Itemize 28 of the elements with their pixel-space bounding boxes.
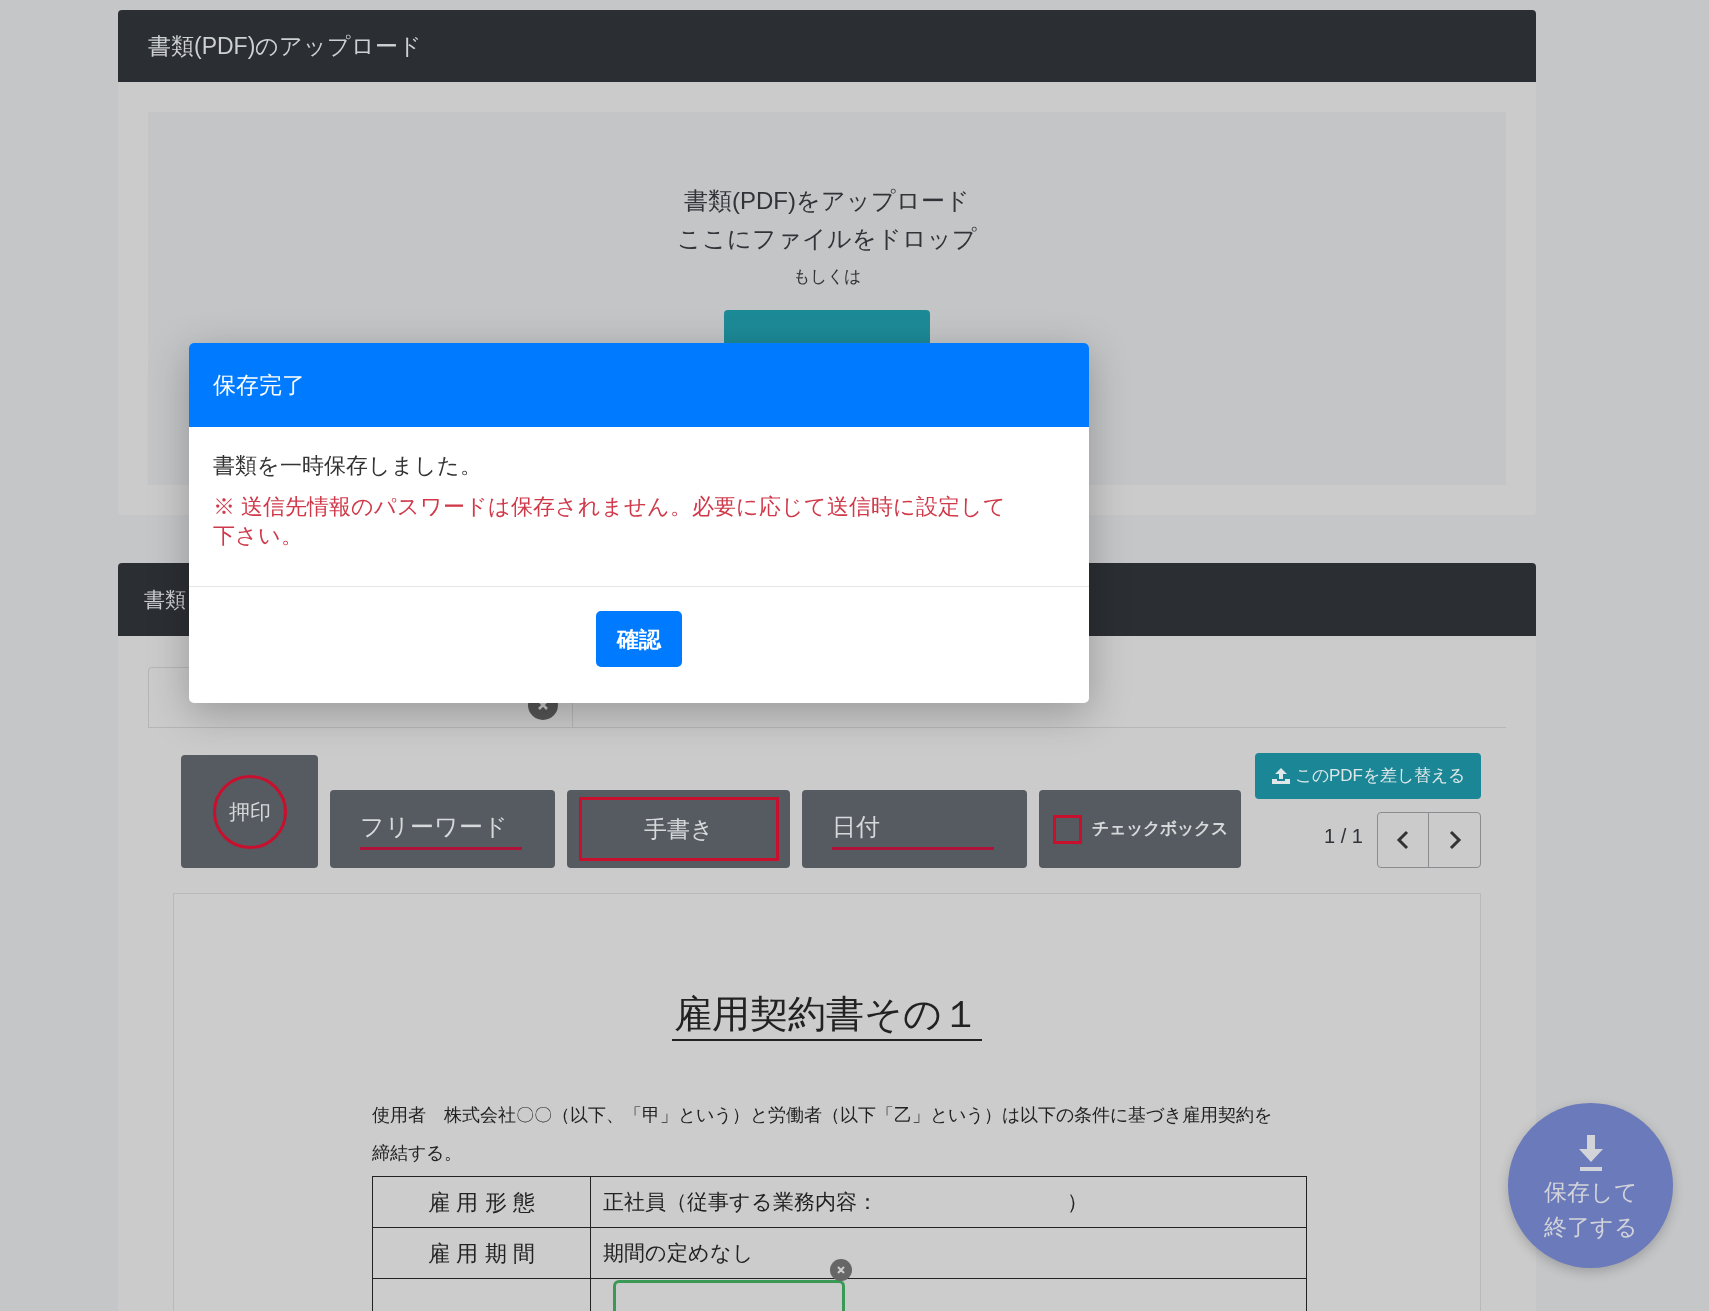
table-cell-text: 正社員（従事する業務内容： ） (603, 1189, 1088, 1216)
handwriting-field[interactable] (613, 1280, 845, 1311)
card-title: 書類 (144, 586, 186, 613)
chevron-left-icon (1396, 830, 1410, 850)
save-and-exit-button[interactable]: 保存して 終了する (1508, 1103, 1673, 1268)
date-tool-button[interactable]: 日付 (802, 790, 1027, 868)
dialog-title: 保存完了 (213, 370, 305, 400)
document-title: 雇用契約書その１ (672, 989, 982, 1041)
page-indicator: 1 / 1 (1324, 824, 1363, 849)
confirm-button[interactable]: 確認 (596, 611, 682, 667)
handwriting-tool-button[interactable]: 手書き (567, 790, 790, 868)
stamp-tool-button[interactable]: 押印 (181, 755, 318, 868)
upload-icon (1271, 767, 1291, 785)
or-text: もしくは (793, 266, 861, 288)
free-text-tool-button[interactable]: フリーワード (330, 790, 555, 868)
checkbox-tool-button[interactable]: チェックボックス (1039, 790, 1241, 868)
drop-zone-text: ここにファイルをドロップ (677, 224, 977, 254)
table-cell-text: 期間の定めなし (603, 1240, 754, 1267)
checkbox-icon (1052, 814, 1082, 844)
warning-message: ※ 送信先情報のパスワードは保存されません。必要に応じて送信時に設定して下さい。 (213, 493, 1008, 550)
table-cell: 雇 用 形 態 (373, 1177, 591, 1227)
intro-paragraph: 使用者 株式会社〇〇（以下、「甲」という）と労働者（以下「乙」という）は以下の条件に基づき雇用契約を締結する。 (372, 1104, 1273, 1165)
dialog-message: 書類を一時保存しました。 (213, 452, 483, 480)
drop-zone-text: 書類(PDF)をアップロード (684, 186, 970, 216)
chevron-right-icon (1447, 830, 1462, 850)
replace-pdf-button[interactable]: このPDFを差し替える (1255, 753, 1481, 799)
table-cell: 雇 用 期 間 (373, 1228, 591, 1278)
card-title: 書類(PDF)のアップロード (148, 31, 423, 61)
